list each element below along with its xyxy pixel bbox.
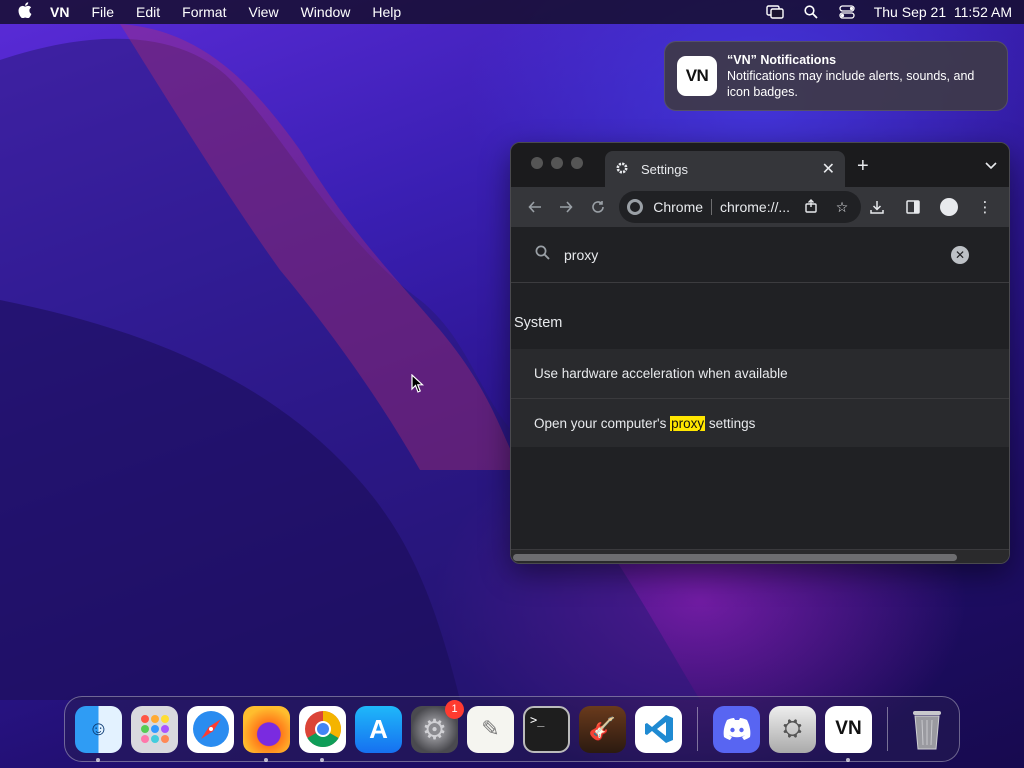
open-proxy-settings-link[interactable]: Open your computer's proxy settings <box>511 398 1009 447</box>
settings-search-bar: ✕ <box>511 227 1009 283</box>
safari-compass-icon <box>192 711 229 747</box>
download-icon[interactable] <box>861 192 893 222</box>
kebab-menu-icon[interactable]: ⋮ <box>969 192 1001 222</box>
search-highlight: proxy <box>670 415 706 431</box>
notification-banner[interactable]: VN “VN” Notifications Notifications may … <box>664 41 1008 111</box>
textedit-icon: ✎ <box>481 716 500 741</box>
dock-vn[interactable]: VN <box>825 705 872 762</box>
dock-trash[interactable] <box>903 706 950 753</box>
vn-app-icon: VN <box>677 56 717 96</box>
window-controls <box>531 157 583 169</box>
chevron-down-icon[interactable] <box>985 157 997 173</box>
menu-help[interactable]: Help <box>372 4 401 20</box>
dock-system-preferences[interactable]: ⚙ 1 <box>411 699 464 753</box>
scrollbar-thumb[interactable] <box>513 554 957 561</box>
setting-label-pre: Open your computer's <box>534 415 671 431</box>
finder-icon: ☺ <box>88 717 109 740</box>
dock-separator <box>697 707 698 751</box>
back-button[interactable] <box>519 192 550 222</box>
screen-mirroring-icon[interactable] <box>766 4 784 20</box>
chrome-logo-icon <box>627 199 644 215</box>
dock: ☺ A ⚙ 1 ✎ >_ 🎸 ⛭ VN <box>64 696 960 762</box>
dock-garageband[interactable]: 🎸 <box>579 705 626 753</box>
menu-file[interactable]: File <box>91 4 114 20</box>
close-tab-icon[interactable]: ✕ <box>822 159 835 179</box>
address-bar[interactable]: Chrome chrome://... ☆ <box>619 191 861 223</box>
reload-button[interactable] <box>582 192 613 222</box>
dock-discord[interactable] <box>713 705 760 753</box>
profile-avatar-icon[interactable] <box>933 192 965 222</box>
notification-text: “VN” Notifications Notifications may inc… <box>727 52 995 100</box>
trash-icon <box>912 711 941 750</box>
menu-window[interactable]: Window <box>301 4 351 20</box>
notification-body: Notifications may include alerts, sounds… <box>727 69 975 99</box>
guitar-icon: 🎸 <box>588 716 617 741</box>
dock-vscode[interactable] <box>635 705 682 753</box>
tab-title: Settings <box>641 161 688 177</box>
vscode-icon <box>644 715 673 743</box>
vn-dock-icon: VN <box>835 718 862 739</box>
app-store-icon: A <box>369 713 388 744</box>
forward-button[interactable] <box>550 192 581 222</box>
browser-toolbar: Chrome chrome://... ☆ ⋮ <box>511 187 1009 227</box>
control-center-icon[interactable] <box>838 4 856 20</box>
hardware-acceleration-setting[interactable]: Use hardware acceleration when available <box>511 349 1009 398</box>
omnibox-separator <box>711 199 713 215</box>
mouse-pointer-icon <box>411 373 425 399</box>
dock-terminal[interactable]: >_ <box>523 705 570 753</box>
utility-icon: ⛭ <box>782 715 803 742</box>
menubar-clock[interactable]: Thu Sep 21 11:52 AM <box>874 4 1012 20</box>
menu-view[interactable]: View <box>248 4 278 20</box>
dock-chrome[interactable] <box>299 705 346 762</box>
notification-badge: 1 <box>445 699 464 719</box>
menu-edit[interactable]: Edit <box>136 4 160 20</box>
clear-search-icon[interactable]: ✕ <box>951 245 969 264</box>
omnibox-url[interactable]: chrome://... <box>720 199 790 215</box>
search-icon <box>535 245 550 265</box>
setting-label: Use hardware acceleration when available <box>534 366 788 381</box>
zoom-window-button[interactable] <box>571 157 583 169</box>
dock-utility[interactable]: ⛭ <box>769 705 816 753</box>
close-window-button[interactable] <box>531 157 543 169</box>
spotlight-search-icon[interactable] <box>802 4 820 20</box>
terminal-icon: >_ <box>530 712 545 727</box>
dock-app-store[interactable]: A <box>355 705 402 753</box>
menu-app-name[interactable]: VN <box>50 4 69 20</box>
section-title-system: System <box>514 315 563 331</box>
discord-icon <box>723 718 750 740</box>
gear-icon <box>615 161 633 178</box>
launchpad-icon <box>140 715 169 743</box>
tab-strip: Settings ✕ + <box>511 143 1009 187</box>
minimize-window-button[interactable] <box>551 157 563 169</box>
dock-separator <box>887 707 888 751</box>
settings-search-input[interactable] <box>564 246 951 263</box>
settings-card: Use hardware acceleration when available… <box>511 349 1009 447</box>
tab-settings[interactable]: Settings ✕ <box>605 151 845 187</box>
setting-label-post: settings <box>705 415 756 431</box>
dock-textedit[interactable]: ✎ <box>467 705 514 753</box>
menu-bar: VN File Edit Format View Window Help Thu… <box>0 0 1024 24</box>
horizontal-scrollbar[interactable] <box>511 549 1009 563</box>
notification-title: “VN” Notifications <box>727 53 837 67</box>
share-icon[interactable] <box>800 198 822 216</box>
menu-format[interactable]: Format <box>182 4 226 20</box>
dock-safari[interactable] <box>187 705 234 753</box>
dock-finder[interactable]: ☺ <box>75 705 122 762</box>
side-panel-icon[interactable] <box>897 192 929 222</box>
omnibox-origin-label: Chrome <box>653 199 704 215</box>
bookmark-star-icon[interactable]: ☆ <box>831 199 853 216</box>
dock-firefox[interactable] <box>243 705 290 762</box>
avatar <box>940 198 958 216</box>
chrome-icon <box>304 711 341 748</box>
chrome-window: Settings ✕ + Chrome chrome://... ☆ ⋮ pro… <box>510 142 1010 564</box>
dock-launchpad[interactable] <box>131 705 178 753</box>
new-tab-button[interactable]: + <box>857 155 869 178</box>
gear-settings-icon: ⚙ <box>421 713 448 745</box>
apple-menu-icon[interactable] <box>12 2 38 22</box>
